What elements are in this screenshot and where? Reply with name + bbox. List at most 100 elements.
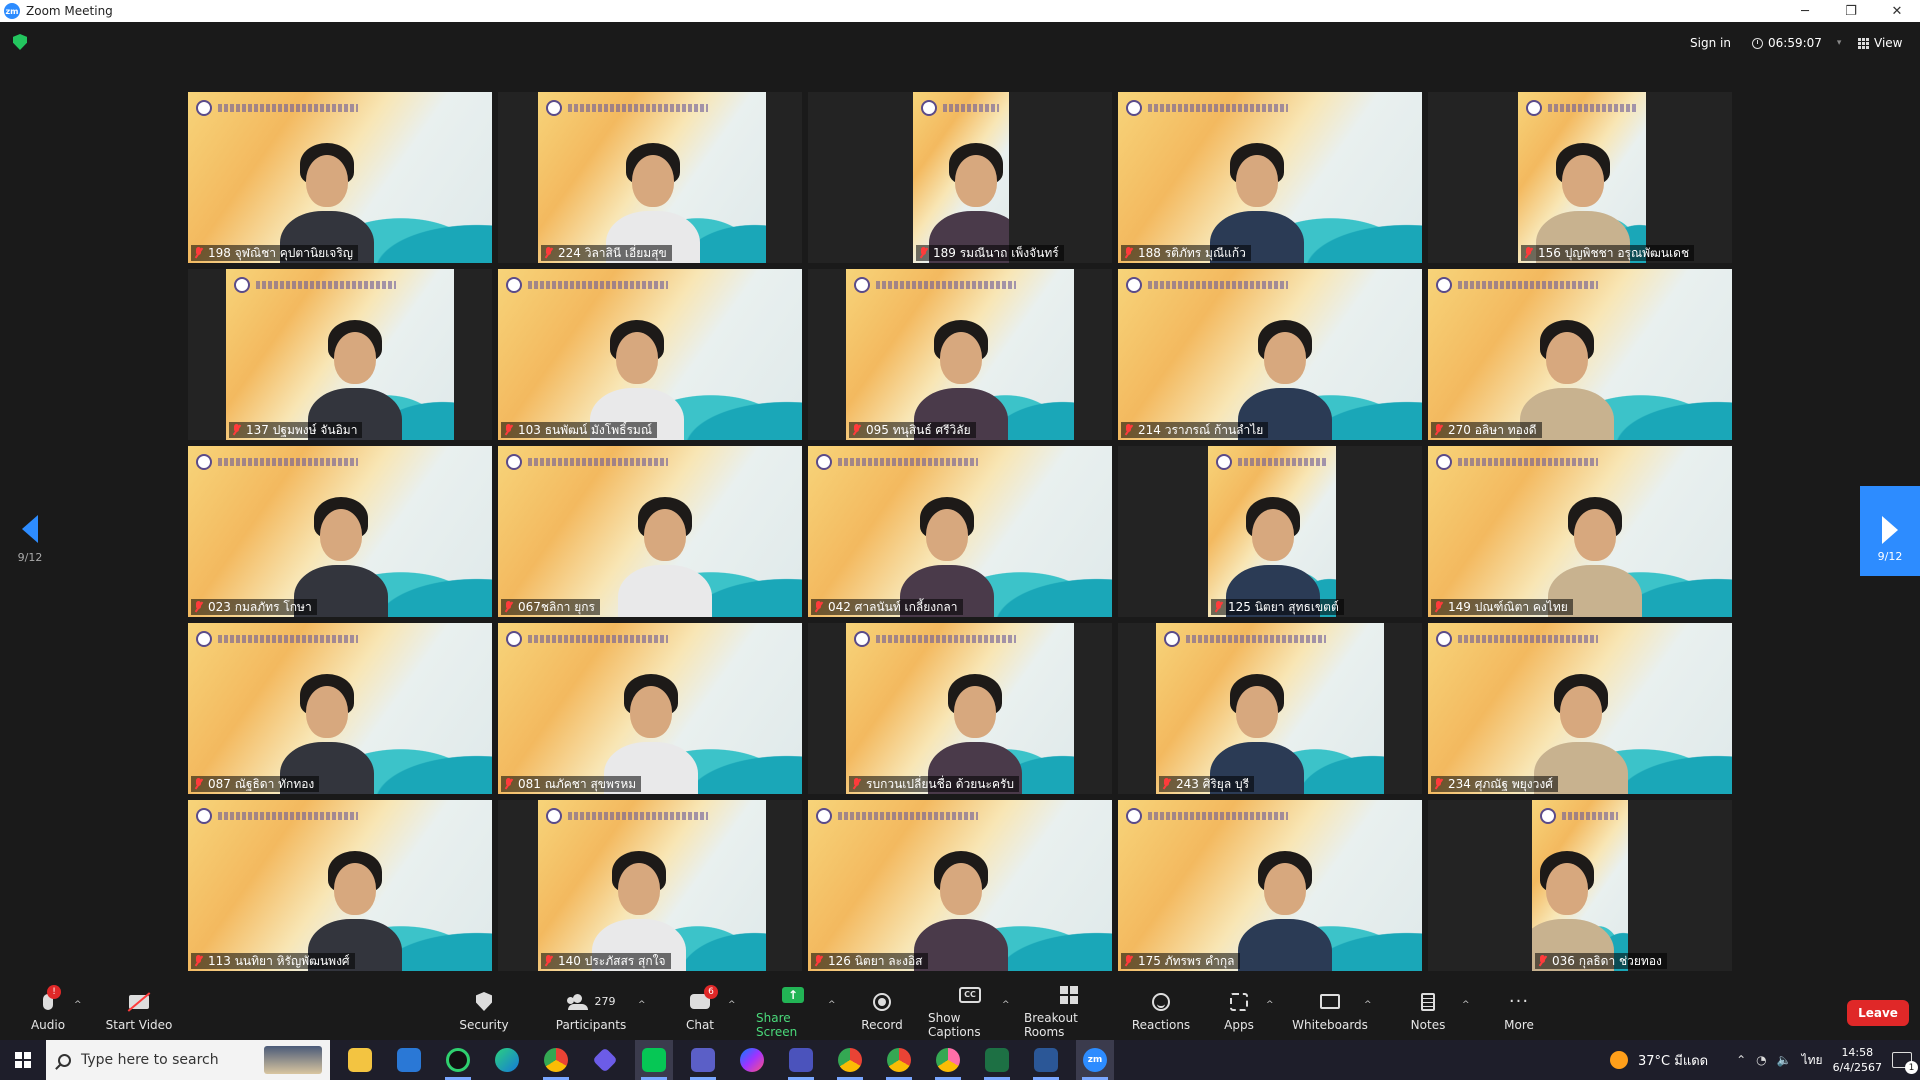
participant-tile[interactable]: 198 จุฬณิชา คุปตานิยเจริญ <box>188 92 492 263</box>
microphone-muted-icon <box>1524 247 1534 259</box>
taskbar-chrome-2[interactable] <box>831 1040 869 1080</box>
taskbar-clock[interactable]: 14:58 6/4/2567 <box>1833 1045 1882 1075</box>
taskbar-messenger[interactable] <box>733 1040 771 1080</box>
weather-sun-icon[interactable] <box>1610 1051 1629 1069</box>
participant-name-tag: 113 นนทิยา หิรัญพัฒนพงศ์ <box>191 953 355 969</box>
participant-tile[interactable]: 125 นิตยา สุทธเขตต์ <box>1118 446 1422 617</box>
meeting-timer[interactable]: 06:59:07 ▾ <box>1746 32 1847 54</box>
participant-tile[interactable]: 036 กุลธิดา ช่วยทอง <box>1428 800 1732 971</box>
chat-options-chevron-icon[interactable]: ^ <box>728 1000 736 1010</box>
input-language[interactable]: ไทย <box>1802 1051 1823 1070</box>
participants-options-chevron-icon[interactable]: ^ <box>638 1000 646 1010</box>
participant-tile[interactable]: 137 ปฐมพงษ์ จันอิมา <box>188 269 492 440</box>
record-label: Record <box>861 1017 903 1032</box>
participant-tile[interactable]: 156 ปุญพิชชา อรุณพัฒนเดช <box>1428 92 1732 263</box>
participants-button[interactable]: 279 Participants <box>554 982 628 1040</box>
participant-tile[interactable]: 042 ศาลนันท์ เกลี้ยงกลา <box>808 446 1112 617</box>
participant-tile[interactable]: 087 ณัฐธิดา ทักทอง <box>188 623 492 794</box>
participant-name-tag: 156 ปุญพิชชา อรุณพัฒนเดช <box>1521 245 1695 261</box>
taskbar-search-box[interactable]: Type here to search <box>46 1040 330 1080</box>
close-button[interactable]: ✕ <box>1874 0 1920 22</box>
virtual-background-banner <box>1540 806 1618 826</box>
taskbar-chrome-1[interactable] <box>537 1040 575 1080</box>
leave-button[interactable]: Leave <box>1847 1000 1909 1026</box>
participant-tile[interactable]: 224 วิลาสินี เอี่ยมสุข <box>498 92 802 263</box>
participant-tile[interactable]: 214 วราภรณ์ ก้านลำไย <box>1118 269 1422 440</box>
participant-video <box>188 446 492 617</box>
show-captions-button[interactable]: CC Show Captions <box>928 982 1012 1040</box>
participant-tile[interactable]: 189 รมณีนาถ เพ็งจันทร์ <box>808 92 1112 263</box>
participant-tile[interactable]: 270 อลิษา ทองดี <box>1428 269 1732 440</box>
taskbar-mail[interactable] <box>390 1040 428 1080</box>
participant-tile[interactable]: 140 ประภัสสร สุกใจ <box>498 800 802 971</box>
taskbar-teams-1[interactable] <box>684 1040 722 1080</box>
apps-options-chevron-icon[interactable]: ^ <box>1266 1000 1274 1010</box>
participant-name: 081 ณภัคชา สุขพรหม <box>518 776 637 791</box>
taskbar-chrome-4[interactable] <box>929 1040 967 1080</box>
taskbar-edge[interactable] <box>488 1040 526 1080</box>
taskbar-app-purple[interactable] <box>586 1040 624 1080</box>
minimize-button[interactable]: ─ <box>1782 0 1828 22</box>
participant-tile[interactable]: 149 ปณฑ์ณิตา คงไทย <box>1428 446 1732 617</box>
breakout-rooms-button[interactable]: Breakout Rooms <box>1024 982 1114 1040</box>
taskbar-file-explorer[interactable] <box>341 1040 379 1080</box>
taskbar-teams-2[interactable] <box>782 1040 820 1080</box>
sign-in-button[interactable]: Sign in <box>1680 32 1741 54</box>
reactions-icon <box>1152 992 1170 1011</box>
share-options-chevron-icon[interactable]: ^ <box>828 1000 836 1010</box>
university-seal-icon <box>1436 277 1452 293</box>
participant-tile[interactable]: 175 ภัทรพร คำกุล <box>1118 800 1422 971</box>
weather-text[interactable]: 37°C มีแดด <box>1638 1050 1708 1071</box>
volume-icon[interactable]: 🔈 <box>1777 1053 1792 1067</box>
participant-tile[interactable]: 234 ศุภณัฐ พยุงวงศ์ <box>1428 623 1732 794</box>
audio-button[interactable]: ! Audio <box>28 982 68 1040</box>
restore-button[interactable]: ❐ <box>1828 0 1874 22</box>
app-circle-icon <box>446 1048 470 1072</box>
participant-name: 175 ภัทรพร คำกุล <box>1138 953 1235 968</box>
notes-button[interactable]: Notes <box>1411 982 1445 1040</box>
participant-tile[interactable]: 095 ทนุสินธ์ ศรีวิลัย <box>808 269 1112 440</box>
wifi-icon[interactable]: ◔ <box>1756 1053 1766 1067</box>
participant-tile[interactable]: 188 รติภัทร มุณีแก้ว <box>1118 92 1422 263</box>
encryption-shield-icon[interactable] <box>13 34 27 50</box>
banner-graphic <box>876 635 1016 643</box>
participant-name-tag: 188 รติภัทร มุณีแก้ว <box>1121 245 1251 261</box>
participant-tile[interactable]: 103 ธนพัฒน์ มังโพธิ์รมณ์ <box>498 269 802 440</box>
participant-name-tag: 126 นิตยา ละงอิส <box>811 953 928 969</box>
participant-tile[interactable]: 067ชลิกา ยุกร <box>498 446 802 617</box>
apps-button[interactable]: Apps <box>1224 982 1254 1040</box>
participant-tile[interactable]: 113 นนทิยา หิรัญพัฒนพงศ์ <box>188 800 492 971</box>
notifications-icon[interactable]: 1 <box>1892 1052 1918 1074</box>
more-button[interactable]: ··· More <box>1504 982 1534 1040</box>
taskbar-app-green-ring[interactable] <box>439 1040 477 1080</box>
whiteboards-button[interactable]: Whiteboards <box>1292 982 1368 1040</box>
start-video-button[interactable]: Start Video <box>104 982 174 1040</box>
participant-tile[interactable]: รบกวนเปลี่ยนชื่อ ด้วยนะครับ <box>808 623 1112 794</box>
next-page-button[interactable]: 9/12 <box>1860 486 1920 576</box>
participant-tile[interactable]: 126 นิตยา ละงอิส <box>808 800 1112 971</box>
share-screen-button[interactable]: ↑ Share Screen <box>756 982 830 1040</box>
captions-options-chevron-icon[interactable]: ^ <box>1002 1000 1010 1010</box>
taskbar-line[interactable] <box>635 1040 673 1080</box>
taskbar-chrome-3[interactable] <box>880 1040 918 1080</box>
audio-options-chevron-icon[interactable]: ^ <box>74 1000 82 1010</box>
participant-tile[interactable]: 023 กมลภัทร โกษา <box>188 446 492 617</box>
whiteboards-options-chevron-icon[interactable]: ^ <box>1364 1000 1372 1010</box>
university-seal-icon <box>816 808 832 824</box>
chevron-up-icon[interactable]: ⌃ <box>1736 1053 1746 1067</box>
taskbar-excel[interactable] <box>978 1040 1016 1080</box>
chat-button[interactable]: 6 Chat <box>682 982 718 1040</box>
taskbar-word[interactable] <box>1027 1040 1065 1080</box>
security-button[interactable]: Security <box>458 982 510 1040</box>
notes-options-chevron-icon[interactable]: ^ <box>1462 1000 1470 1010</box>
participant-tile[interactable]: 243 ศิริยุล บุรี <box>1118 623 1422 794</box>
record-button[interactable]: Record <box>860 982 904 1040</box>
reactions-button[interactable]: Reactions <box>1132 982 1190 1040</box>
previous-page-button[interactable]: 9/12 <box>14 515 46 567</box>
participant-video <box>188 92 492 263</box>
view-button[interactable]: View <box>1852 32 1908 54</box>
participant-tile[interactable]: 081 ณภัคชา สุขพรหม <box>498 623 802 794</box>
start-button[interactable] <box>0 1040 46 1080</box>
participant-video <box>226 269 454 440</box>
taskbar-zoom[interactable]: zm <box>1076 1040 1114 1080</box>
